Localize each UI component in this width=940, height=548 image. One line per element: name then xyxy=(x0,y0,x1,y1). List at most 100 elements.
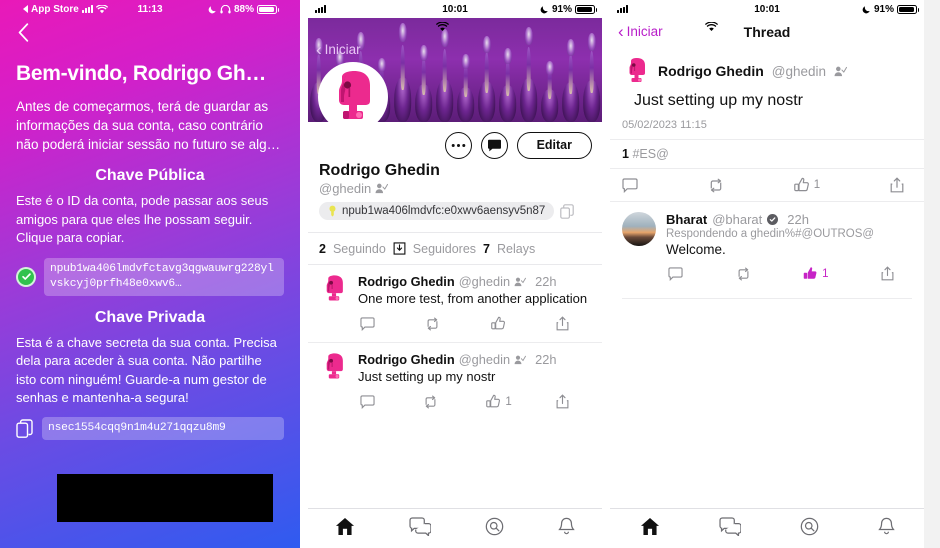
copy-icon[interactable] xyxy=(560,203,575,219)
reply-author-handle: @bharat xyxy=(712,212,763,227)
repost-button[interactable] xyxy=(736,267,751,281)
bell-icon xyxy=(558,517,575,534)
pink-robot-head-icon xyxy=(629,58,645,82)
moon-icon xyxy=(540,5,548,13)
profile-stats: 2 Seguindo Seguidores 7 Relays xyxy=(308,232,602,264)
tab-home[interactable] xyxy=(335,517,355,541)
person-check-icon xyxy=(834,66,848,76)
private-key-value[interactable]: nsec1554cqq9n1m4u271qqzu8m9 xyxy=(42,417,284,441)
npub-row[interactable]: npub1wa406lmdvfc:e0xwv6aensyv5n87 xyxy=(308,196,602,220)
divider xyxy=(622,298,912,299)
copy-icon[interactable] xyxy=(16,419,34,439)
tab-chats[interactable] xyxy=(409,516,432,541)
person-check-icon xyxy=(514,277,527,286)
share-icon xyxy=(881,266,894,281)
avatar xyxy=(319,274,349,308)
repost-button[interactable] xyxy=(423,395,442,409)
reply-button[interactable] xyxy=(622,177,638,193)
wifi-icon xyxy=(95,4,108,13)
followers-label[interactable]: Seguidores xyxy=(413,242,476,256)
like-button[interactable]: 1 xyxy=(793,177,820,193)
tab-search[interactable] xyxy=(800,517,819,541)
reply-button[interactable] xyxy=(360,317,379,331)
like-button[interactable]: 1 xyxy=(803,266,828,281)
post-timestamp: 22h xyxy=(535,352,557,368)
wifi-icon xyxy=(705,22,718,31)
public-key-heading: Chave Pública xyxy=(95,167,205,185)
edit-profile-button[interactable]: Editar xyxy=(516,131,592,159)
repost-icon xyxy=(425,395,436,409)
public-key-row[interactable]: npub1wa406lmdvfctavg3qgwauwrg228ylvskcyj… xyxy=(16,257,284,296)
avatar[interactable] xyxy=(622,55,650,87)
private-key-heading: Chave Privada xyxy=(94,308,206,326)
tab-notifications[interactable] xyxy=(877,517,895,541)
status-bar: 10:01 91% xyxy=(308,0,602,18)
status-bar-left xyxy=(617,5,628,13)
table-row[interactable]: Rodrigo Ghedin @ghedin 22h Just setting … xyxy=(308,343,602,420)
thumbs-up-icon xyxy=(793,177,809,192)
tab-notifications[interactable] xyxy=(558,517,575,541)
private-key-row[interactable]: nsec1554cqq9n1m4u271qqzu8m9 xyxy=(16,417,284,441)
pink-robot-head-icon xyxy=(326,353,343,379)
like-count: 1 xyxy=(822,267,829,280)
message-button[interactable] xyxy=(480,131,508,159)
check-circle-icon xyxy=(16,266,36,287)
inbox-down-icon xyxy=(393,242,406,255)
back-button[interactable]: ‹ Iniciar xyxy=(316,41,361,58)
intro-text: Antes de começarmos, terá de guardar as … xyxy=(16,99,281,153)
tab-home[interactable] xyxy=(640,517,660,541)
comment-icon xyxy=(360,395,375,409)
post-actions: 1 xyxy=(358,385,591,418)
post-text: Just setting up my nostr xyxy=(358,369,496,385)
public-key-value[interactable]: npub1wa406lmdvfctavg3qgwauwrg228ylvskcyj… xyxy=(44,257,284,296)
post-content: Rodrigo Ghedin @ghedin 22h One more test… xyxy=(358,274,591,340)
repost-button[interactable] xyxy=(425,317,444,331)
reply-author-name: Bharat xyxy=(666,212,708,227)
comment-icon xyxy=(360,317,375,331)
reply-button[interactable] xyxy=(668,266,683,281)
repost-button[interactable] xyxy=(708,178,724,193)
page-title: Bem-vindo, Rodrigo Gh… xyxy=(16,62,267,85)
tab-chats[interactable] xyxy=(718,516,742,541)
npub-value: npub1wa406lmdvfc:e0xwv6aensyv5n87 xyxy=(342,205,546,217)
like-button[interactable] xyxy=(490,316,510,331)
status-bar-left xyxy=(315,5,326,13)
share-button[interactable] xyxy=(556,316,573,331)
table-row[interactable]: Rodrigo Ghedin @ghedin 22h One more test… xyxy=(308,265,602,344)
tab-search[interactable] xyxy=(485,517,504,541)
profile-feed: Rodrigo Ghedin @ghedin 22h One more test… xyxy=(308,264,602,420)
chats-icon xyxy=(718,516,742,537)
following-label[interactable]: Seguindo xyxy=(333,242,386,256)
reply-post[interactable]: Bharat @bharat 22h Respondendo a ghedin%… xyxy=(610,202,924,290)
npub-pill[interactable]: npub1wa406lmdvfc:e0xwv6aensyv5n87 xyxy=(319,202,555,220)
share-icon xyxy=(556,394,569,409)
profile-name: Rodrigo Ghedin xyxy=(319,162,440,179)
post-author-name: Rodrigo Ghedin xyxy=(358,352,455,368)
private-key-description: Esta é a chave secreta da sua conta. Pre… xyxy=(16,334,277,405)
avatar[interactable] xyxy=(318,62,388,132)
root-post: Rodrigo Ghedin @ghedin Just setting up m… xyxy=(610,45,924,110)
more-options-button[interactable] xyxy=(444,131,472,159)
share-button[interactable] xyxy=(890,177,904,193)
like-button[interactable]: 1 xyxy=(486,394,512,409)
post-header: Rodrigo Ghedin @ghedin 22h xyxy=(358,274,591,289)
avatar[interactable] xyxy=(622,212,656,246)
post-author-handle: @ghedin xyxy=(458,274,511,289)
repost-icon xyxy=(710,178,722,192)
share-button[interactable] xyxy=(881,266,894,281)
bell-icon xyxy=(877,517,895,534)
share-button[interactable] xyxy=(556,394,573,409)
moon-icon xyxy=(862,5,870,13)
chevron-left-icon: ‹ xyxy=(316,40,322,59)
root-post-actions: 1 xyxy=(610,169,924,202)
chevron-left-icon xyxy=(18,23,29,42)
phone-screen-onboarding: App Store 11:13 88% Bem-vindo, Rodrigo G… xyxy=(0,0,300,548)
counts-number: 1 xyxy=(622,147,629,161)
post-author-handle: @ghedin xyxy=(458,352,511,368)
root-post-timestamp: 05/02/2023 11:15 xyxy=(610,110,924,140)
relays-label[interactable]: Relays xyxy=(497,242,535,256)
back-button[interactable] xyxy=(18,23,284,46)
root-post-author-handle: @ghedin xyxy=(771,63,827,79)
reply-button[interactable] xyxy=(360,395,379,409)
battery-percent-label: 88% xyxy=(233,3,254,15)
